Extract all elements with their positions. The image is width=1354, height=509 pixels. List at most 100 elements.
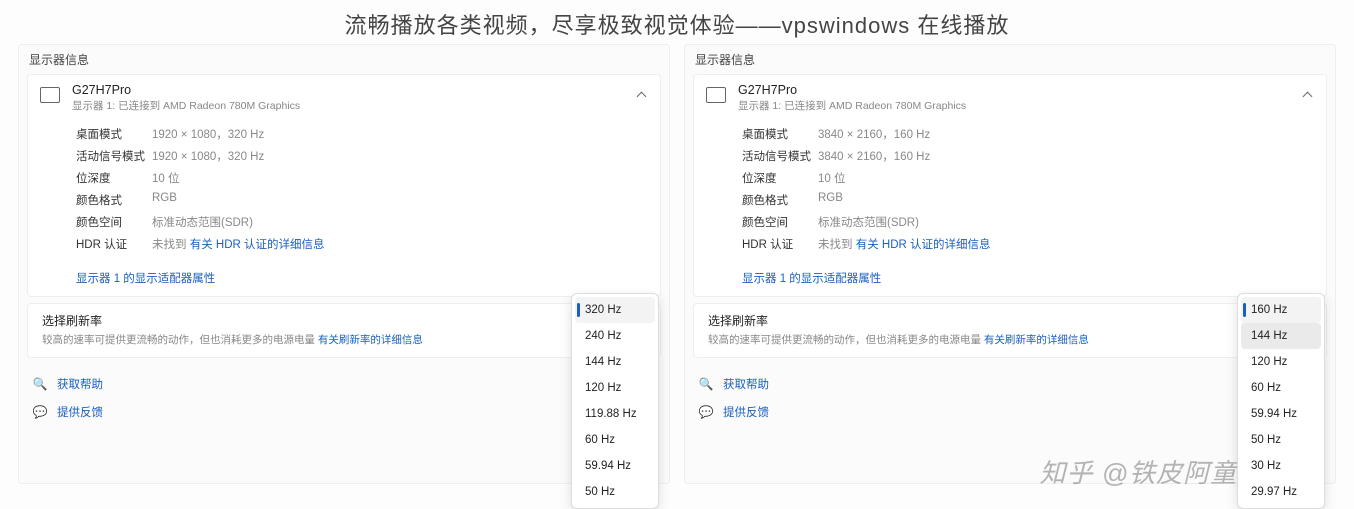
color-space-row: 颜色空间标准动态范围(SDR) [742, 211, 1312, 233]
help-icon: 🔍 [699, 377, 713, 391]
refresh-rate-option[interactable]: 60 Hz [1241, 375, 1321, 401]
active-signal-mode-row: 活动信号模式1920 × 1080，320 Hz [76, 145, 646, 167]
chevron-up-icon [1302, 89, 1314, 101]
refresh-rate-option[interactable]: 119.88 Hz [575, 401, 655, 427]
get-help-label: 获取帮助 [57, 376, 103, 392]
refresh-rate-dropdown[interactable]: 320 Hz240 Hz144 Hz120 Hz119.88 Hz60 Hz59… [571, 293, 659, 509]
monitor-sub: 显示器 1: 已连接到 AMD Radeon 780M Graphics [72, 98, 624, 113]
feedback-icon: 💬 [33, 405, 47, 419]
chevron-up-icon [636, 89, 648, 101]
active-signal-mode-value: 1920 × 1080，320 Hz [152, 148, 264, 164]
hdr-row: HDR 认证未找到 有关 HDR 认证的详细信息 [742, 233, 1312, 255]
get-help-label: 获取帮助 [723, 376, 769, 392]
monitor-name: G27H7Pro [72, 83, 624, 97]
color-format-value: RGB [818, 192, 843, 208]
refresh-rate-option[interactable]: 60 Hz [575, 427, 655, 453]
active-signal-mode-value: 3840 × 2160，160 Hz [818, 148, 930, 164]
hdr-row: HDR 认证未找到 有关 HDR 认证的详细信息 [76, 233, 646, 255]
bit-depth-value: 10 位 [818, 170, 846, 186]
refresh-rate-card[interactable]: 选择刷新率较高的速率可提供更流畅的动作，但也消耗更多的电源电量 有关刷新率的详细… [693, 303, 1327, 358]
refresh-rate-option[interactable]: 50 Hz [575, 479, 655, 505]
section-title: 显示器信息 [19, 45, 669, 74]
monitor-card-header[interactable]: G27H7Pro显示器 1: 已连接到 AMD Radeon 780M Grap… [694, 75, 1326, 121]
monitor-card: G27H7Pro显示器 1: 已连接到 AMD Radeon 780M Grap… [27, 74, 661, 297]
color-space-row: 颜色空间标准动态范围(SDR) [76, 211, 646, 233]
hdr-label: HDR 认证 [742, 236, 818, 252]
help-icon: 🔍 [33, 377, 47, 391]
refresh-rate-card[interactable]: 选择刷新率较高的速率可提供更流畅的动作，但也消耗更多的电源电量 有关刷新率的详细… [27, 303, 661, 358]
desktop-mode-label: 桌面模式 [742, 126, 818, 142]
color-format-value: RGB [152, 192, 177, 208]
refresh-rate-title: 选择刷新率 [708, 312, 1312, 329]
settings-panel: 显示器信息G27H7Pro显示器 1: 已连接到 AMD Radeon 780M… [18, 44, 670, 484]
monitor-card: G27H7Pro显示器 1: 已连接到 AMD Radeon 780M Grap… [693, 74, 1327, 297]
bit-depth-row: 位深度10 位 [76, 167, 646, 189]
monitor-icon [706, 87, 726, 103]
section-title: 显示器信息 [685, 45, 1335, 74]
feedback-icon: 💬 [699, 405, 713, 419]
settings-panel: 显示器信息G27H7Pro显示器 1: 已连接到 AMD Radeon 780M… [684, 44, 1336, 484]
feedback-label: 提供反馈 [57, 404, 103, 420]
hdr-prefix: 未找到 [818, 239, 856, 251]
refresh-rate-option[interactable]: 30 Hz [1241, 453, 1321, 479]
color-space-value: 标准动态范围(SDR) [152, 214, 253, 230]
active-signal-mode-label: 活动信号模式 [76, 148, 152, 164]
bit-depth-value: 10 位 [152, 170, 180, 186]
refresh-rate-option[interactable]: 120 Hz [1241, 349, 1321, 375]
refresh-desc-link[interactable]: 有关刷新率的详细信息 [984, 334, 1089, 346]
hdr-value: 未找到 有关 HDR 认证的详细信息 [818, 236, 991, 252]
refresh-rate-option[interactable]: 59.94 Hz [575, 453, 655, 479]
desktop-mode-row: 桌面模式1920 × 1080，320 Hz [76, 123, 646, 145]
color-format-label: 颜色格式 [742, 192, 818, 208]
refresh-rate-option[interactable]: 144 Hz [575, 349, 655, 375]
color-format-label: 颜色格式 [76, 192, 152, 208]
adapter-properties-link[interactable]: 显示器 1 的显示适配器属性 [76, 273, 215, 285]
color-space-label: 颜色空间 [76, 214, 152, 230]
get-help-link[interactable]: 🔍 获取帮助 [699, 370, 1321, 398]
get-help-link[interactable]: 🔍 获取帮助 [33, 370, 655, 398]
refresh-rate-title: 选择刷新率 [42, 312, 646, 329]
refresh-rate-option[interactable]: 59.94 Hz [1241, 401, 1321, 427]
hdr-link[interactable]: 有关 HDR 认证的详细信息 [856, 239, 991, 251]
feedback-link[interactable]: 💬 提供反馈 [699, 398, 1321, 426]
desktop-mode-row: 桌面模式3840 × 2160，160 Hz [742, 123, 1312, 145]
refresh-desc-link[interactable]: 有关刷新率的详细信息 [318, 334, 423, 346]
adapter-properties-link[interactable]: 显示器 1 的显示适配器属性 [742, 273, 881, 285]
hdr-link[interactable]: 有关 HDR 认证的详细信息 [190, 239, 325, 251]
monitor-sub: 显示器 1: 已连接到 AMD Radeon 780M Graphics [738, 98, 1290, 113]
desktop-mode-value: 1920 × 1080，320 Hz [152, 126, 264, 142]
active-signal-mode-label: 活动信号模式 [742, 148, 818, 164]
refresh-rate-option[interactable]: 120 Hz [575, 375, 655, 401]
bit-depth-label: 位深度 [76, 170, 152, 186]
desktop-mode-value: 3840 × 2160，160 Hz [818, 126, 930, 142]
refresh-rate-option[interactable]: 29.97 Hz [1241, 479, 1321, 505]
desktop-mode-label: 桌面模式 [76, 126, 152, 142]
refresh-desc-text: 较高的速率可提供更流畅的动作，但也消耗更多的电源电量 [42, 334, 318, 346]
refresh-rate-dropdown[interactable]: 160 Hz144 Hz120 Hz60 Hz59.94 Hz50 Hz30 H… [1237, 293, 1325, 509]
color-space-value: 标准动态范围(SDR) [818, 214, 919, 230]
hdr-value: 未找到 有关 HDR 认证的详细信息 [152, 236, 325, 252]
feedback-link[interactable]: 💬 提供反馈 [33, 398, 655, 426]
hdr-prefix: 未找到 [152, 239, 190, 251]
refresh-rate-option[interactable]: 50 Hz [1241, 427, 1321, 453]
color-format-row: 颜色格式RGB [742, 189, 1312, 211]
monitor-card-header[interactable]: G27H7Pro显示器 1: 已连接到 AMD Radeon 780M Grap… [28, 75, 660, 121]
monitor-properties: 桌面模式3840 × 2160，160 Hz活动信号模式3840 × 2160，… [694, 121, 1326, 265]
refresh-desc-text: 较高的速率可提供更流畅的动作，但也消耗更多的电源电量 [708, 334, 984, 346]
refresh-rate-option[interactable]: 320 Hz [575, 297, 655, 323]
refresh-rate-option[interactable]: 160 Hz [1241, 297, 1321, 323]
active-signal-mode-row: 活动信号模式3840 × 2160，160 Hz [742, 145, 1312, 167]
hdr-label: HDR 认证 [76, 236, 152, 252]
monitor-icon [40, 87, 60, 103]
color-format-row: 颜色格式RGB [76, 189, 646, 211]
bit-depth-row: 位深度10 位 [742, 167, 1312, 189]
monitor-name: G27H7Pro [738, 83, 1290, 97]
feedback-label: 提供反馈 [723, 404, 769, 420]
bit-depth-label: 位深度 [742, 170, 818, 186]
refresh-rate-option[interactable]: 240 Hz [575, 323, 655, 349]
refresh-rate-option[interactable]: 144 Hz [1241, 323, 1321, 349]
refresh-rate-desc: 较高的速率可提供更流畅的动作，但也消耗更多的电源电量 有关刷新率的详细信息 [708, 332, 1312, 347]
color-space-label: 颜色空间 [742, 214, 818, 230]
monitor-properties: 桌面模式1920 × 1080，320 Hz活动信号模式1920 × 1080，… [28, 121, 660, 265]
page-title: 流畅播放各类视频，尽享极致视觉体验——vpswindows 在线播放 [0, 0, 1354, 44]
